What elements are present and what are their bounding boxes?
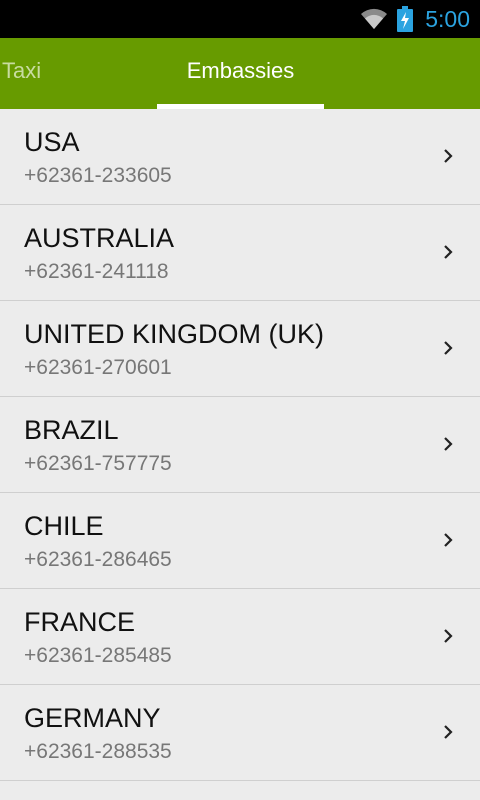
list-item-france[interactable]: FRANCE +62361-285485 [0,589,480,685]
list-item-germany[interactable]: GERMANY +62361-288535 [0,685,480,781]
embassy-phone: +62361-286465 [24,548,172,571]
list-item-brazil[interactable]: BRAZIL +62361-757775 [0,397,480,493]
battery-charging-icon [397,6,413,32]
chevron-right-icon [444,725,453,739]
embassy-name: AUSTRALIA [24,223,175,253]
list-item-united-kingdom[interactable]: UNITED KINGDOM (UK) +62361-270601 [0,301,480,397]
tab-taxi[interactable]: Taxi [2,38,41,109]
embassy-phone: +62361-241118 [24,260,169,283]
embassy-phone: +62361-288535 [24,740,172,763]
embassy-phone: +62361-270601 [24,356,172,379]
tab-bar: Taxi Embassies [0,38,480,109]
list-item-australia[interactable]: AUSTRALIA +62361-241118 [0,205,480,301]
status-bar: 5:00 [0,0,480,38]
embassy-name: CHILE [24,511,104,541]
embassy-phone: +62361-285485 [24,644,172,667]
embassy-list: USA +62361-233605 AUSTRALIA +62361-24111… [0,109,480,781]
embassy-phone: +62361-233605 [24,164,172,187]
embassy-name: UNITED KINGDOM (UK) [24,319,324,349]
embassy-name: USA [24,127,80,157]
embassy-phone: +62361-757775 [24,452,172,475]
list-item-usa[interactable]: USA +62361-233605 [0,109,480,205]
embassy-name: BRAZIL [24,415,119,445]
list-item-chile[interactable]: CHILE +62361-286465 [0,493,480,589]
chevron-right-icon [444,245,453,259]
chevron-right-icon [444,629,453,643]
tab-embassies[interactable]: Embassies [157,38,324,109]
chevron-right-icon [444,533,453,547]
embassy-name: FRANCE [24,607,136,637]
chevron-right-icon [444,149,453,163]
wifi-icon [361,8,387,29]
embassy-name: GERMANY [24,703,161,733]
chevron-right-icon [444,437,453,451]
chevron-right-icon [444,341,453,355]
status-time: 5:00 [425,6,470,32]
